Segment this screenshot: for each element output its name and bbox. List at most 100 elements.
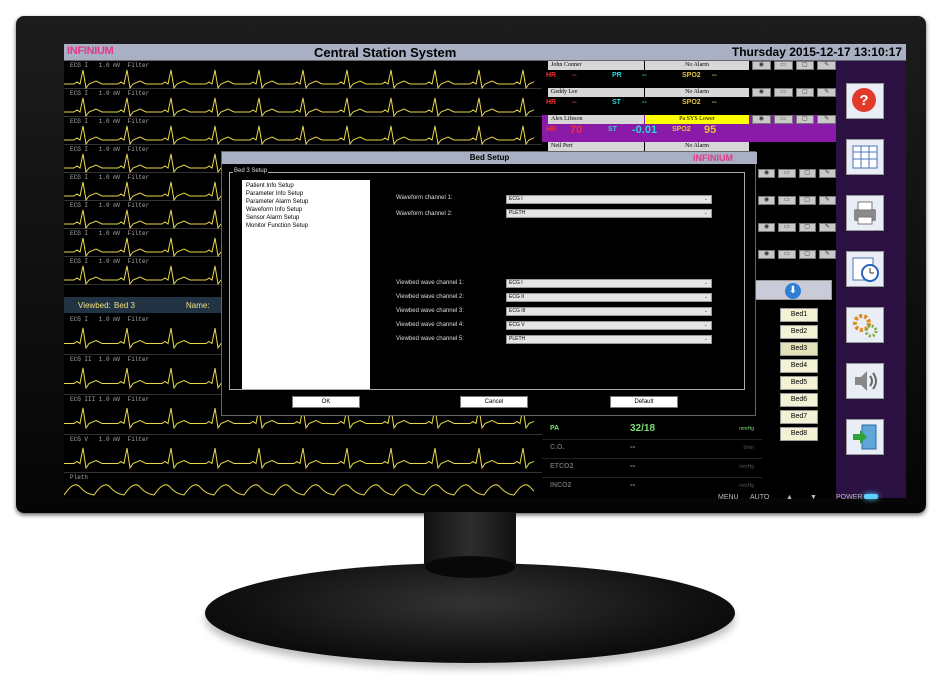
exit-icon[interactable] [846,419,884,455]
field-label: Viewbed wave channel 1: [396,280,464,286]
pin-icon[interactable]: ✎ [818,250,836,259]
waveform-channel-2-select[interactable]: PLETH ⌄ [506,209,712,218]
param-label: C.O. [550,444,565,451]
pin-icon[interactable]: ✎ [817,88,836,97]
screen-icon[interactable]: ▢ [795,61,815,70]
vital-label: SPO2 [682,99,701,106]
screen-icon[interactable]: ▢ [798,169,816,178]
pin-icon[interactable]: ✎ [818,196,836,205]
pleth-wave [64,484,534,496]
scroll-down-button[interactable]: ⬇ [754,280,832,300]
bed-icon[interactable]: ▭ [778,223,796,232]
viewbed-channel-2-select[interactable]: ECG II ⌄ [506,293,712,302]
field-label: Waveform channel 1: [396,195,453,201]
down-button[interactable]: ▼ [810,494,817,501]
viewbed-channel-3-select[interactable]: ECG III ⌄ [506,307,712,316]
select-value: ECG V [509,322,525,328]
table-icon[interactable] [846,139,884,175]
cancel-button[interactable]: Cancel [460,396,528,408]
svg-text:?: ? [859,92,868,109]
tree-item-patient-info[interactable]: Patient Info Setup [246,182,366,190]
chevron-down-icon: ⌄ [703,280,708,286]
camera-icon[interactable]: ◉ [752,88,771,97]
vital-label: HR [546,99,557,106]
param-unit: mmHg [739,464,754,470]
camera-icon[interactable]: ◉ [758,169,776,178]
ecg-wave [64,125,534,145]
wave-row[interactable]: ECG V 1.0 mV Filter [64,435,542,473]
screen-icon[interactable]: ▢ [795,88,815,97]
viewbed-channel-1-select[interactable]: ECG I ⌄ [506,279,712,288]
bed-button-2[interactable]: Bed2 [780,325,818,339]
pin-icon[interactable]: ✎ [817,115,836,124]
param-value: -- [630,442,636,451]
bed-button-6[interactable]: Bed6 [780,393,818,407]
tree-item-waveform-info[interactable]: Waveform Info Setup [246,206,366,214]
waveform-channel-1-select[interactable]: ECG I ⌄ [506,195,712,204]
camera-icon[interactable]: ◉ [758,223,776,232]
clock-icon[interactable] [846,251,884,287]
wave-label: ECG I 1.0 mV Filter [70,174,150,181]
viewbed-channel-5-select[interactable]: PLETH ⌄ [506,335,712,344]
bed-button-4[interactable]: Bed4 [780,359,818,373]
param-value: 32/18 [630,423,656,434]
tree-item-parameter-info[interactable]: Parameter Info Setup [246,190,366,198]
bed-icon[interactable]: ▭ [778,169,796,178]
patient-row[interactable]: John Conner No Alarm ◉ ▭ ▢ ✎ HR -- PR -- SP… [542,61,836,88]
speaker-icon[interactable] [846,363,884,399]
bed-icon[interactable]: ▭ [778,196,796,205]
wave-trace [64,125,534,145]
wave-row[interactable]: ECG I 1.0 mV Filter [64,61,542,89]
power-button[interactable] [864,494,878,499]
up-button[interactable]: ▲ [786,494,793,501]
bed-button-1[interactable]: Bed1 [780,308,818,322]
bed-icon[interactable]: ▭ [773,88,793,97]
wave-trace [64,97,534,117]
default-button[interactable]: Default [610,396,678,408]
screen-icon[interactable]: ▢ [795,115,815,124]
bed-button-3[interactable]: Bed3 [780,342,818,356]
screen-icon[interactable]: ▢ [798,196,816,205]
tree-item-sensor-alarm[interactable]: Sensor Alarm Setup [246,214,366,222]
wave-row[interactable]: Pleth [64,473,542,498]
screen-icon[interactable]: ▢ [798,250,816,259]
pin-icon[interactable]: ✎ [818,169,836,178]
dialog-logo: INFINIUM [693,153,733,163]
wave-label: ECG I 1.0 mV Filter [70,230,150,237]
vital-label: ST [608,126,617,133]
app-title: Central Station System [314,45,457,60]
menu-button[interactable]: MENU [718,494,739,501]
printer-icon[interactable] [846,195,884,231]
field-label: Viewbed wave channel 3: [396,308,464,314]
select-value: ECG II [509,294,525,300]
camera-icon[interactable]: ◉ [758,250,776,259]
bed-icon[interactable]: ▭ [773,115,793,124]
camera-icon[interactable]: ◉ [758,196,776,205]
help-icon[interactable]: ? [846,83,884,119]
auto-button[interactable]: AUTO [750,494,769,501]
bed-button-5[interactable]: Bed5 [780,376,818,390]
bed-icon[interactable]: ▭ [778,250,796,259]
ok-button[interactable]: OK [292,396,360,408]
patient-row[interactable]: Geddy Lee No Alarm ◉ ▭ ▢ ✎ HR -- ST -- SPO2… [542,88,836,115]
bed-button-8[interactable]: Bed8 [780,427,818,441]
tree-item-monitor-function[interactable]: Monitor Function Setup [246,222,366,230]
camera-icon[interactable]: ◉ [752,61,771,70]
wave-row[interactable]: ECG I 1.0 mV Filter [64,117,542,145]
patient-row-alarm[interactable]: Alex Lifeson Pa SYS Lower ◉ ▭ ▢ ✎ HR 70 ST … [542,115,836,142]
patient-tools: ◉ ▭ ▢ ✎ [758,196,836,205]
wave-row[interactable]: ECG I 1.0 mV Filter [64,89,542,117]
vital-value: -- [712,72,717,79]
bed-button-7[interactable]: Bed7 [780,410,818,424]
sidebar: ? [836,61,906,498]
screen-icon[interactable]: ▢ [798,223,816,232]
bed-icon[interactable]: ▭ [773,61,793,70]
app-logo: INFINIUM [67,45,114,57]
camera-icon[interactable]: ◉ [752,115,771,124]
tree-item-parameter-alarm[interactable]: Parameter Alarm Setup [246,198,366,206]
settings-icon[interactable] [846,307,884,343]
pin-icon[interactable]: ✎ [818,223,836,232]
pin-icon[interactable]: ✎ [817,61,836,70]
viewbed-channel-4-select[interactable]: ECG V ⌄ [506,321,712,330]
chevron-down-icon: ⌄ [703,210,708,216]
